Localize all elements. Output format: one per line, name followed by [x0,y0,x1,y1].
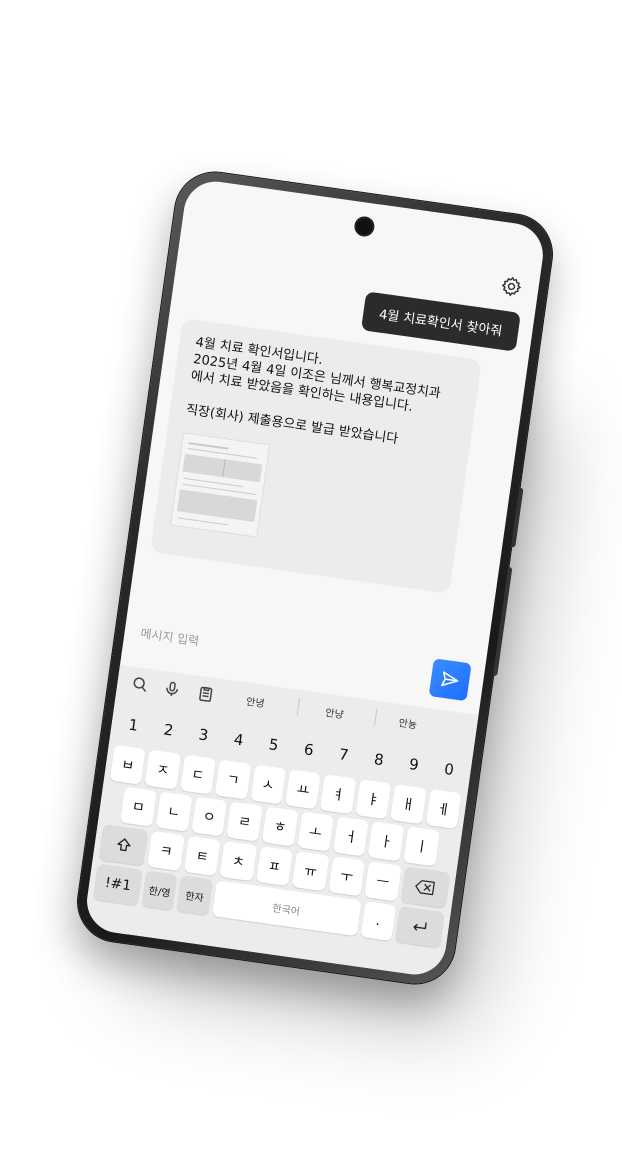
backspace-icon [415,880,436,896]
backspace-key[interactable] [400,866,451,909]
key-bieup[interactable]: ㅂ [109,744,146,785]
key-pieup[interactable]: ㅍ [255,846,294,887]
key-eu[interactable]: ㅡ [364,861,402,902]
key-4[interactable]: 4 [221,720,257,760]
key-u[interactable]: ㅜ [328,856,366,897]
hanja-key[interactable]: 한자 [176,875,213,916]
document-thumbnail[interactable] [169,432,271,538]
key-2[interactable]: 2 [150,710,186,750]
key-mieum[interactable]: ㅁ [120,786,157,827]
send-icon [441,671,459,687]
shift-icon [117,838,131,852]
key-eo[interactable]: ㅓ [332,816,370,857]
key-3[interactable]: 3 [186,715,222,755]
key-rieul[interactable]: ㄹ [226,801,263,842]
suggestion-item[interactable]: 안냥 [325,704,345,721]
key-yeo[interactable]: ㅕ [320,774,357,815]
gear-icon[interactable] [499,274,524,299]
key-9[interactable]: 9 [396,745,432,785]
symbol-key[interactable]: !#1 [93,863,143,906]
key-0[interactable]: 0 [431,750,467,790]
key-1[interactable]: 1 [115,705,151,745]
key-digeut[interactable]: ㄷ [179,754,217,795]
key-i[interactable]: ㅣ [403,826,441,867]
key-nieun[interactable]: ㄴ [155,791,193,832]
user-message-bubble: 4월 치료확인서 찾아줘 [360,291,521,352]
key-ya[interactable]: ㅑ [355,779,392,820]
key-chieut[interactable]: ㅊ [219,841,257,882]
key-ieung[interactable]: ㅇ [190,796,228,837]
key-a[interactable]: ㅏ [368,821,405,862]
key-8[interactable]: 8 [361,740,397,780]
key-tieut[interactable]: ㅌ [183,835,221,877]
key-6[interactable]: 6 [291,730,327,770]
key-hieut[interactable]: ㅎ [261,806,299,847]
key-siot[interactable]: ㅅ [250,764,287,805]
key-ae[interactable]: ㅐ [390,784,427,825]
send-button[interactable] [428,658,472,702]
key-kieuk[interactable]: ㅋ [147,830,185,872]
keyboard: 안녕 안냥 안뇽 1 2 3 4 5 6 7 8 9 0 ㅂ ㅈ ㄷ ㄱ ㅅ ㅛ… [83,664,479,979]
clipboard-icon[interactable] [196,684,216,704]
shift-key[interactable] [98,823,149,866]
key-e[interactable]: ㅔ [425,789,462,830]
enter-icon [413,922,428,931]
suggestion-item[interactable]: 안뇽 [398,714,418,731]
key-yo[interactable]: ㅛ [285,769,322,810]
mic-icon[interactable] [162,679,182,699]
key-giyeok[interactable]: ㄱ [215,759,252,800]
key-o[interactable]: ㅗ [297,811,334,852]
enter-key[interactable] [395,906,445,948]
key-jieut[interactable]: ㅈ [144,749,182,790]
key-5[interactable]: 5 [256,725,292,765]
period-key[interactable]: . [360,901,397,942]
front-camera [355,217,374,236]
lang-toggle-key[interactable]: 한/영 [141,870,178,911]
key-7[interactable]: 7 [326,735,362,775]
bot-message-bubble: 4월 치료 확인서입니다. 2025년 4월 4일 이조은 님께서 행복교정치과… [150,318,482,594]
suggestion-item[interactable]: 안녕 [245,693,265,710]
key-yu[interactable]: ㅠ [292,851,330,892]
search-icon[interactable] [130,675,150,695]
user-message-text: 4월 치료확인서 찾아줘 [378,307,504,340]
